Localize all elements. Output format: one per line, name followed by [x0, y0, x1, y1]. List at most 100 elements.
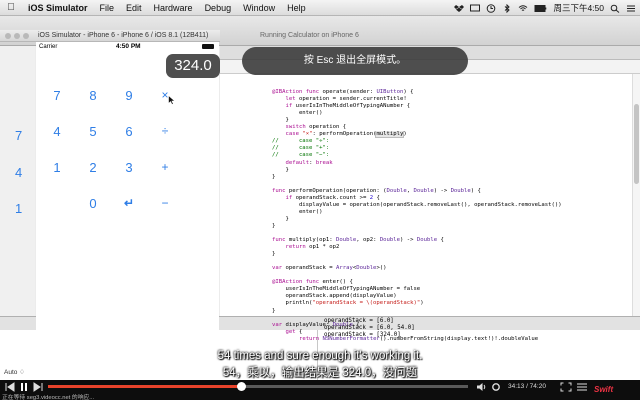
- digit-key-7[interactable]: 7: [39, 88, 75, 103]
- notification-center-icon[interactable]: [626, 4, 636, 13]
- time-machine-icon[interactable]: [486, 3, 496, 13]
- battery-icon[interactable]: [534, 4, 547, 13]
- menu-help[interactable]: Help: [281, 3, 312, 13]
- console-line: operandStack = [324.0]: [324, 332, 401, 338]
- scrollbar-thumb[interactable]: [634, 104, 639, 184]
- code-line: func performOperation(operation: (Double…: [272, 187, 481, 194]
- digit-key-2[interactable]: 2: [75, 160, 111, 175]
- settings-icon[interactable]: [490, 382, 502, 392]
- minimize-window-button[interactable]: [14, 33, 20, 39]
- dropbox-icon[interactable]: [454, 4, 465, 13]
- code-line: case "×": performOperation(multiply): [285, 131, 407, 139]
- editor-scrollbar[interactable]: [632, 74, 640, 330]
- operator-key[interactable]: +: [147, 160, 183, 174]
- ios-status-bar: Carrier 4:50 PM: [36, 42, 219, 52]
- digit-key-6[interactable]: 6: [111, 124, 147, 139]
- iphone-screen: Carrier 4:50 PM 7 8 9 × 4 5 6 ÷ 1 2 3 +0 ↵ −: [36, 42, 219, 380]
- carrier-label: Carrier: [39, 44, 58, 50]
- background-key: 4: [15, 165, 23, 180]
- playback-time: 34:13 / 74:20: [508, 383, 546, 390]
- menu-extras: 周三下午4:50: [454, 0, 636, 16]
- operator-key[interactable]: ÷: [147, 124, 183, 138]
- console-line: operandStack = [6.0]: [324, 318, 394, 324]
- ios-battery-icon: [202, 44, 214, 49]
- simulator-title: iOS Simulator - iPhone 6 - iPhone 6 / iO…: [38, 32, 209, 39]
- zoom-window-button[interactable]: [23, 33, 29, 39]
- menu-edit[interactable]: Edit: [120, 3, 148, 13]
- display-icon[interactable]: [470, 4, 481, 13]
- code-line: }: [272, 166, 289, 173]
- digit-key-1[interactable]: 1: [39, 160, 75, 175]
- operator-key[interactable]: −: [147, 196, 183, 210]
- bluetooth-icon[interactable]: [502, 3, 512, 13]
- list-icon[interactable]: [576, 382, 588, 392]
- wifi-icon[interactable]: [518, 4, 528, 13]
- pause-icon[interactable]: [18, 382, 30, 392]
- previous-icon[interactable]: [4, 382, 16, 392]
- subtitle-chinese: 54，乘以，输出结果是 324.0，没问题: [222, 367, 418, 379]
- code-line: @IBAction func operate(sender: UIButton)…: [272, 89, 414, 96]
- menu-app-name[interactable]: iOS Simulator: [22, 3, 94, 13]
- code-line: func multiply(op1: Double, op2: Double) …: [272, 237, 444, 244]
- subtitle-english: 54 times and sure enough it's working it…: [217, 350, 423, 362]
- code-line: }: [272, 117, 289, 124]
- display-value-label: 324.0: [166, 54, 220, 78]
- progress-bar[interactable]: [48, 382, 468, 391]
- menu-clock[interactable]: 周三下午4:50: [553, 2, 604, 14]
- code-line: }: [272, 222, 276, 229]
- code-line: }: [272, 215, 289, 222]
- code-line: return op1 * op2: [285, 244, 340, 251]
- apple-menu-icon[interactable]: : [0, 2, 22, 13]
- code-line: if operandStack.count >= 2 {: [285, 194, 380, 201]
- mac-menu-bar:  iOS Simulator File Edit Hardware Debug…: [0, 0, 640, 16]
- video-player-controls: 34:13 / 74:20 正在等待 seg3.videocc.net 的响应.…: [0, 380, 640, 400]
- background-key: 7: [15, 128, 23, 143]
- next-icon[interactable]: [32, 382, 44, 392]
- code-line: if userIsInTheMiddleOfTypingANumber {: [285, 103, 411, 110]
- enter-key[interactable]: ↵: [111, 196, 147, 210]
- console-line: operandStack = [6.0, 54.0]: [324, 325, 415, 331]
- mouse-cursor-icon: [168, 95, 176, 105]
- progress-fill: [48, 385, 242, 388]
- digit-key-8[interactable]: 8: [75, 88, 111, 103]
- code-line: operandStack.append(displayValue): [272, 293, 397, 300]
- code-line: enter(): [272, 208, 323, 215]
- digit-key-3[interactable]: 3: [111, 160, 147, 175]
- spotlight-icon[interactable]: [610, 4, 620, 13]
- brand-logo: Swift: [594, 385, 614, 394]
- progress-knob[interactable]: [237, 382, 247, 391]
- screen:  iOS Simulator File Edit Hardware Debug…: [0, 0, 640, 400]
- code-line: displayValue = operation(operandStack.re…: [272, 201, 562, 208]
- code-line: let operation = sender.currentTitle!: [285, 96, 407, 103]
- xcode-navigator: [0, 46, 35, 316]
- code-line: println("operandStack = \(operandStack)"…: [272, 300, 424, 307]
- code-line: default: break: [285, 159, 333, 166]
- fullscreen-icon[interactable]: [560, 382, 572, 392]
- close-window-button[interactable]: [5, 33, 11, 39]
- operator-key[interactable]: ×: [147, 88, 183, 102]
- menu-window[interactable]: Window: [237, 3, 281, 13]
- code-line: // case "+":: [272, 145, 330, 152]
- digit-key-0[interactable]: 0: [75, 196, 111, 211]
- menu-file[interactable]: File: [94, 3, 121, 13]
- console-output: operandStack = [6.0] operandStack = [6.0…: [324, 318, 415, 339]
- code-text: @IBAction func operate(sender: UIButton)…: [272, 82, 632, 343]
- background-key: 1: [15, 201, 23, 216]
- code-line: }: [272, 173, 276, 180]
- xcode-status-text: Running Calculator on iPhone 6: [260, 32, 359, 39]
- digit-key-4[interactable]: 4: [39, 124, 75, 139]
- menu-debug[interactable]: Debug: [199, 3, 238, 13]
- code-line: @IBAction func enter() {: [272, 279, 353, 286]
- digit-key-5[interactable]: 5: [75, 124, 111, 139]
- code-line: // case "−":: [272, 152, 330, 159]
- code-line: switch operation {: [285, 124, 347, 131]
- digit-key-9[interactable]: 9: [111, 88, 147, 103]
- volume-icon[interactable]: [476, 382, 488, 392]
- code-line: enter(): [272, 110, 323, 117]
- menu-hardware[interactable]: Hardware: [148, 3, 199, 13]
- simulator-title-bar[interactable]: iOS Simulator - iPhone 6 - iPhone 6 / iO…: [0, 30, 220, 42]
